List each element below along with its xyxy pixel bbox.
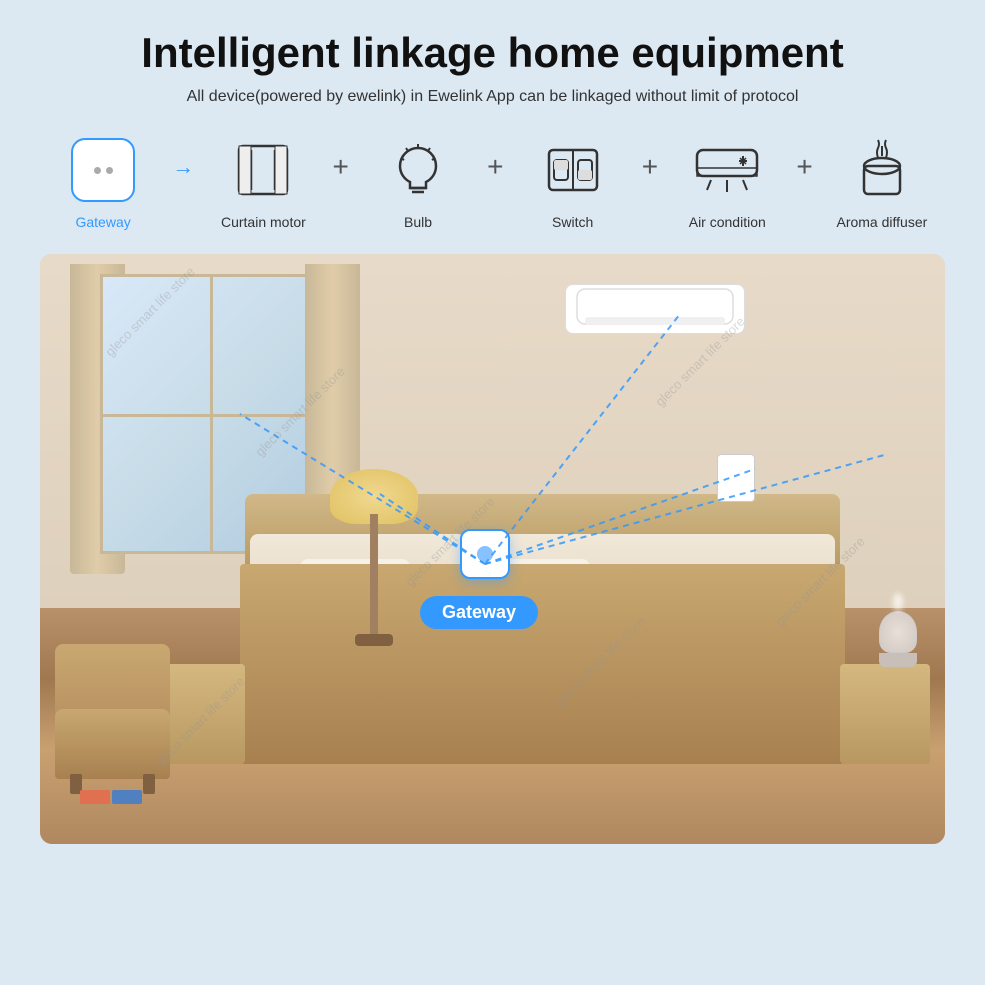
book-2 <box>112 790 142 804</box>
plus-1: + <box>333 151 349 183</box>
ac-room-svg <box>575 287 735 332</box>
ac-icon <box>691 138 763 202</box>
gateway-room-label: Gateway <box>420 596 538 629</box>
device-curtain: Curtain motor <box>200 134 326 230</box>
plus-2: + <box>487 151 503 183</box>
ac-room-unit <box>565 284 745 334</box>
bulb-icon <box>386 138 450 202</box>
floor-lamp-pole <box>370 514 378 644</box>
gateway-dot-1 <box>94 167 101 174</box>
device-ac: Air condition <box>664 134 790 230</box>
gateway-icon-wrap <box>67 134 139 206</box>
wall-switch <box>717 454 755 502</box>
armchair-leg-right <box>143 774 155 794</box>
lamp-base <box>355 634 393 646</box>
diffuser-icon-wrap <box>846 134 918 206</box>
armchair <box>55 659 170 779</box>
diffuser-base-block <box>879 653 917 667</box>
ac-label: Air condition <box>689 214 766 230</box>
switch-label: Switch <box>552 214 593 230</box>
arrow-icon: → <box>172 154 194 180</box>
switch-icon-wrap <box>537 134 609 206</box>
diffuser-icon <box>854 138 910 202</box>
diffuser-body <box>879 611 917 653</box>
bulb-label: Bulb <box>404 214 432 230</box>
device-bulb: Bulb <box>355 134 481 230</box>
devices-row: Gateway → Curtain motor + <box>40 134 945 230</box>
armchair-seat <box>55 709 170 779</box>
curtain-label: Curtain motor <box>221 214 306 230</box>
room-scene: Gateway gleco smart life store gleco sma… <box>40 254 945 844</box>
gateway-dot-2 <box>106 167 113 174</box>
room-photo: Gateway gleco smart life store gleco sma… <box>40 254 945 844</box>
bulb-icon-wrap <box>382 134 454 206</box>
gateway-room-dot <box>477 546 493 562</box>
page-title: Intelligent linkage home equipment <box>141 30 843 76</box>
bed-base <box>240 564 845 764</box>
book-1 <box>80 790 110 804</box>
ac-icon-wrap <box>691 134 763 206</box>
device-diffuser: Aroma diffuser <box>819 134 945 230</box>
switch-icon <box>541 138 605 202</box>
gateway-icon <box>71 138 135 202</box>
device-gateway: Gateway <box>40 134 166 230</box>
window-frame-v <box>210 277 213 551</box>
plus-3: + <box>642 151 658 183</box>
plus-4: + <box>796 151 812 183</box>
diffuser-label: Aroma diffuser <box>836 214 927 230</box>
page-wrapper: Intelligent linkage home equipment All d… <box>0 0 985 985</box>
gateway-label: Gateway <box>75 214 130 230</box>
nightstand-right <box>840 664 930 764</box>
page-subtitle: All device(powered by ewelink) in Ewelin… <box>187 88 799 106</box>
curtain-icon-wrap <box>227 134 299 206</box>
books <box>80 790 142 804</box>
gateway-dots <box>94 167 113 174</box>
diffuser-device <box>879 611 917 666</box>
curtain-icon <box>231 138 295 202</box>
gateway-room-device <box>460 529 510 579</box>
device-switch: Switch <box>510 134 636 230</box>
